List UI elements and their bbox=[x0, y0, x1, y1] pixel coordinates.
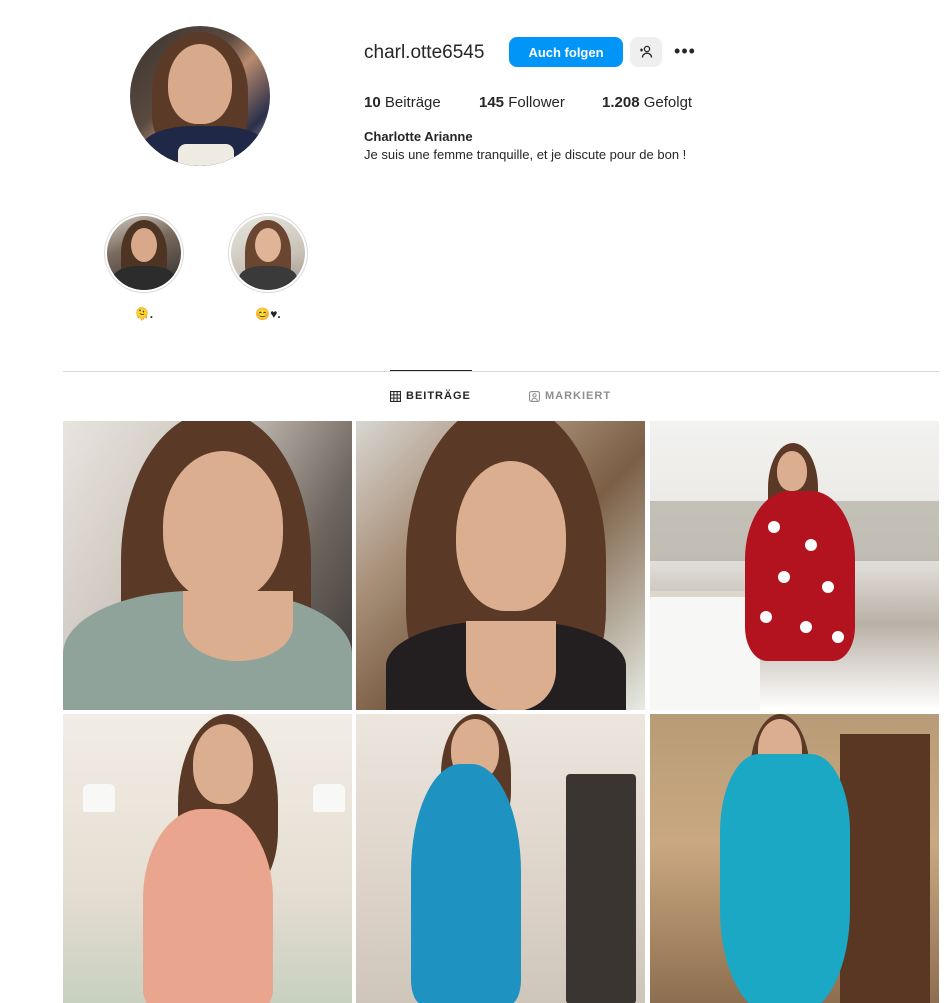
profile-username: charl.otte6545 bbox=[364, 42, 485, 63]
person-plus-icon bbox=[640, 45, 653, 58]
post-thumbnail[interactable] bbox=[650, 714, 939, 1003]
tab-tagged[interactable]: MARKIERT bbox=[529, 390, 611, 402]
stat-following[interactable]: 1.208 Gefolgt bbox=[602, 94, 692, 111]
post-thumbnail[interactable] bbox=[650, 421, 939, 710]
story-highlight-1[interactable]: 🫠. bbox=[104, 213, 184, 321]
post-thumbnail[interactable] bbox=[63, 421, 352, 710]
profile-full-name: Charlotte Arianne bbox=[364, 129, 473, 144]
profile-avatar[interactable] bbox=[130, 26, 270, 166]
highlight-label: 😊♥. bbox=[255, 307, 281, 321]
tab-posts-label: BEITRÄGE bbox=[406, 390, 471, 402]
tab-posts[interactable]: BEITRÄGE bbox=[390, 390, 471, 402]
tabs-divider bbox=[63, 371, 939, 372]
stat-posts-count: 10 bbox=[364, 94, 381, 111]
stat-following-label: Gefolgt bbox=[643, 94, 693, 111]
stat-posts-label: Beiträge bbox=[384, 94, 441, 111]
story-highlight-2[interactable]: 😊♥. bbox=[228, 213, 308, 321]
tab-tagged-label: MARKIERT bbox=[545, 390, 612, 402]
suggested-accounts-button[interactable] bbox=[630, 37, 662, 67]
stat-following-count: 1.208 bbox=[602, 94, 640, 111]
follow-button[interactable]: Auch folgen bbox=[509, 37, 623, 67]
stat-followers-count: 145 bbox=[479, 94, 505, 111]
stat-followers-label: Follower bbox=[508, 94, 565, 111]
post-thumbnail[interactable] bbox=[63, 714, 352, 1003]
post-thumbnail[interactable] bbox=[356, 714, 645, 1003]
active-tab-indicator bbox=[390, 370, 472, 371]
more-options-button[interactable]: ••• bbox=[672, 40, 698, 64]
profile-bio: Je suis une femme tranquille, et je disc… bbox=[364, 147, 687, 162]
grid-icon bbox=[390, 390, 401, 402]
highlight-thumbnail bbox=[231, 216, 305, 290]
post-thumbnail[interactable] bbox=[356, 421, 645, 710]
highlight-thumbnail bbox=[107, 216, 181, 290]
stat-posts[interactable]: 10 Beiträge bbox=[364, 94, 441, 111]
tagged-icon bbox=[529, 390, 540, 402]
highlight-label: 🫠. bbox=[134, 307, 154, 321]
stat-followers[interactable]: 145 Follower bbox=[479, 94, 565, 111]
